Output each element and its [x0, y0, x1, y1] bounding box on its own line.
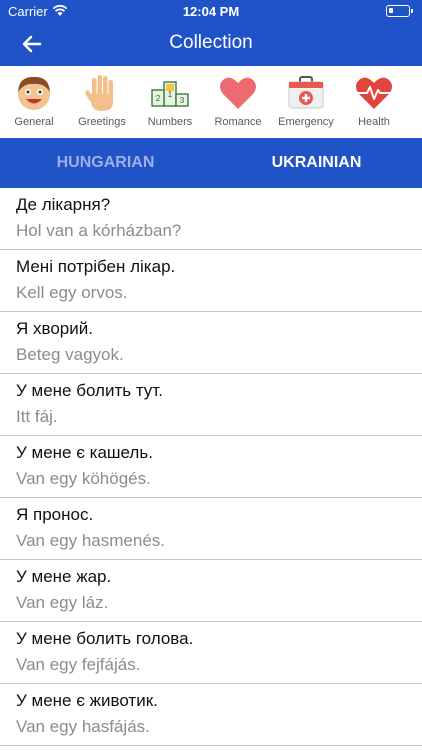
- phrase-row[interactable]: У мене болить голова. Van egy fejfájás.: [0, 622, 422, 684]
- svg-text:3: 3: [180, 96, 185, 105]
- phrase-translation: Hol van a kórházban?: [16, 221, 182, 240]
- phrase-source: У мене є животик.: [16, 691, 158, 710]
- category-label: Greetings: [78, 116, 126, 128]
- waving-hand-icon: [85, 75, 113, 111]
- phrase-list: Де лікарня? Hol van a kórházban? Мені по…: [0, 188, 422, 746]
- phrase-source: У мене болить голова.: [16, 629, 194, 648]
- tab-ukrainian[interactable]: UKRAINIAN: [211, 138, 422, 188]
- category-health[interactable]: Health: [340, 66, 408, 138]
- phrase-row[interactable]: Я пронос. Van egy hasmenés.: [0, 498, 422, 560]
- heart-icon: [220, 77, 256, 109]
- language-toggle: HUNGARIAN UKRAINIAN: [0, 138, 422, 188]
- phrase-source: Я пронос.: [16, 505, 94, 524]
- phrase-source: Я хворий.: [16, 319, 93, 338]
- category-weather[interactable]: We: [408, 66, 422, 138]
- svg-text:2: 2: [156, 94, 161, 103]
- app-header: Carrier 12:04 PM Collection: [0, 0, 422, 66]
- status-time: 12:04 PM: [182, 4, 240, 19]
- category-label: Numbers: [147, 116, 193, 128]
- phrase-row[interactable]: У мене жар. Van egy láz.: [0, 560, 422, 622]
- phrase-translation: Beteg vagyok.: [16, 345, 124, 364]
- category-general[interactable]: General: [0, 66, 68, 138]
- phrase-translation: Itt fáj.: [16, 407, 58, 426]
- phrase-source: Мені потрібен лікар.: [16, 257, 176, 276]
- category-numbers[interactable]: 1 2 3 Numbers: [136, 66, 204, 138]
- svg-text:1: 1: [168, 90, 173, 99]
- phrase-translation: Van egy láz.: [16, 593, 109, 612]
- status-bar: Carrier 12:04 PM: [0, 0, 422, 22]
- category-emergency[interactable]: Emergency: [272, 66, 340, 138]
- phrase-row[interactable]: Мені потрібен лікар. Kell egy orvos.: [0, 250, 422, 312]
- phrase-source: У мене є кашель.: [16, 443, 153, 462]
- smiling-face-icon: [18, 76, 50, 110]
- phrase-source: Де лікарня?: [16, 195, 111, 214]
- phrase-source: У мене болить тут.: [16, 381, 163, 400]
- battery-icon: [386, 5, 413, 17]
- phrase-source: У мене жар.: [16, 567, 112, 586]
- phrase-row[interactable]: У мене є животик. Van egy hasfájás.: [0, 684, 422, 746]
- category-label: Romance: [214, 116, 262, 128]
- phrase-row[interactable]: Я хворий. Beteg vagyok.: [0, 312, 422, 374]
- phrase-translation: Van egy hasmenés.: [16, 531, 165, 550]
- page-title: Collection: [169, 32, 253, 53]
- phrase-row[interactable]: У мене болить тут. Itt fáj.: [0, 374, 422, 436]
- podium-123-icon: 1 2 3: [151, 81, 189, 107]
- phrase-row[interactable]: Де лікарня? Hol van a kórházban?: [0, 188, 422, 250]
- phrase-translation: Kell egy orvos.: [16, 283, 128, 302]
- nav-bar: Collection: [0, 22, 422, 66]
- category-label: We: [408, 116, 422, 128]
- category-label: General: [14, 116, 54, 128]
- phrase-row[interactable]: У мене є кашель. Van egy köhögés.: [0, 436, 422, 498]
- category-greetings[interactable]: Greetings: [68, 66, 136, 138]
- heartbeat-icon: [356, 77, 392, 109]
- phrase-translation: Van egy hasfájás.: [16, 717, 150, 736]
- category-romance[interactable]: Romance: [204, 66, 272, 138]
- category-strip[interactable]: General Greetings 1 2 3 Numbers Romance: [0, 66, 422, 138]
- first-aid-kit-icon: [288, 76, 324, 109]
- tab-hungarian[interactable]: HUNGARIAN: [0, 138, 211, 188]
- category-label: Health: [358, 116, 390, 128]
- phrase-translation: Van egy fejfájás.: [16, 655, 141, 674]
- phrase-translation: Van egy köhögés.: [16, 469, 151, 488]
- category-label: Emergency: [278, 116, 334, 128]
